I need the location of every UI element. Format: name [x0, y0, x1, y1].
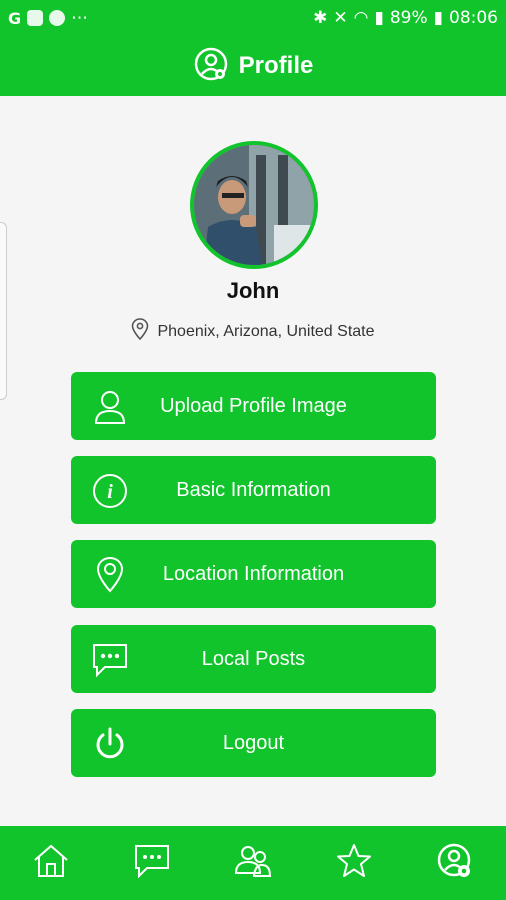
location-text: Phoenix, Arizona, United State: [157, 322, 375, 340]
battery-icon: ▮: [433, 8, 443, 28]
info-icon: i: [91, 472, 129, 510]
avatar: [190, 141, 318, 269]
star-icon: [336, 843, 372, 884]
user-icon: [91, 388, 129, 426]
basic-information-button[interactable]: i Basic Information: [71, 456, 436, 524]
nav-home[interactable]: [29, 841, 73, 885]
chat-icon: [133, 843, 171, 884]
google-icon: G: [8, 8, 22, 28]
bluetooth-icon: ✱: [313, 8, 328, 28]
location-information-button[interactable]: Location Information: [71, 540, 436, 608]
svg-text:i: i: [107, 481, 113, 503]
sync-icon: [49, 10, 66, 26]
battery-percent: 89%: [389, 8, 428, 28]
clock: 08:06: [449, 8, 498, 28]
location-pin-icon: [131, 318, 149, 345]
mute-icon: ✕: [333, 8, 348, 28]
nav-messages[interactable]: [130, 841, 174, 885]
home-icon: [32, 843, 70, 884]
nav-profile[interactable]: [433, 841, 477, 885]
logout-button[interactable]: Logout: [71, 709, 436, 777]
more-notifications-icon: ⋯: [71, 8, 89, 28]
profile-settings-icon: [193, 46, 229, 87]
page-title: Profile: [238, 52, 314, 79]
app-notification-icon: [27, 10, 44, 26]
nav-favorites[interactable]: [332, 841, 376, 885]
power-icon: [91, 725, 129, 763]
chat-bubble-icon: [91, 641, 129, 679]
upload-profile-image-button[interactable]: Upload Profile Image: [71, 372, 436, 440]
local-posts-button[interactable]: Local Posts: [71, 625, 436, 693]
location-pin-icon: [91, 556, 129, 594]
people-icon: [234, 843, 272, 884]
nav-friends[interactable]: [231, 841, 275, 885]
profile-name: John: [226, 278, 280, 303]
wifi-icon: ◠: [353, 8, 369, 28]
profile-location: Phoenix, Arizona, United State: [0, 318, 506, 345]
side-drawer-handle[interactable]: [0, 222, 7, 400]
signal-icon: ▮: [374, 8, 384, 28]
bottom-navigation: [0, 826, 506, 900]
app-bar: Profile: [0, 36, 506, 96]
profile-settings-icon: [436, 842, 474, 885]
status-bar: G ⋯ ✱ ✕ ◠ ▮ 89% ▮ 08:06: [0, 0, 506, 36]
